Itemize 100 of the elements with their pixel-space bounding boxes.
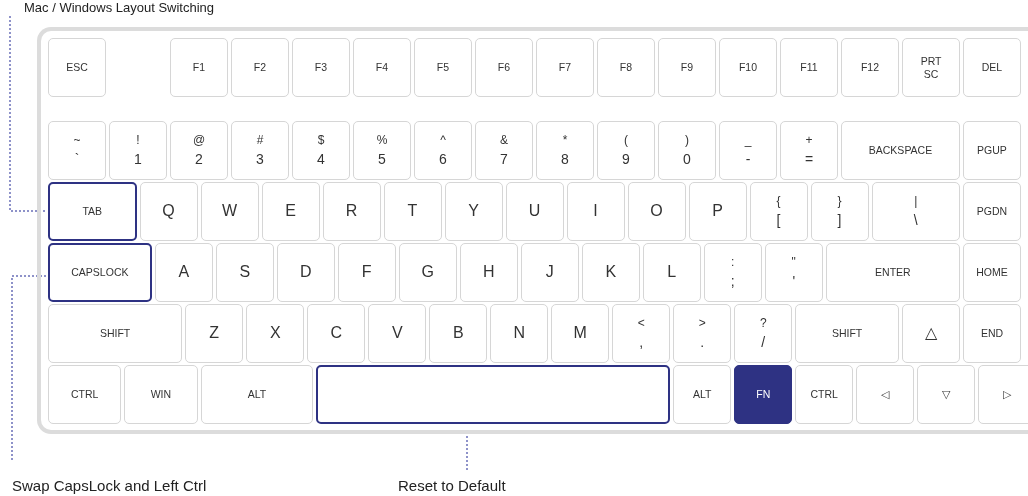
key-legend: V — [391, 324, 403, 343]
key-legend: ALT — [247, 388, 267, 401]
key-legend: HOME — [976, 266, 1008, 279]
key-legend: R — [345, 202, 358, 221]
key-legend: M — [573, 324, 587, 343]
key-legend: | — [914, 194, 918, 209]
key-legend: ` — [74, 151, 80, 168]
key-legend: P — [712, 202, 723, 221]
key-legend: 3 — [256, 151, 264, 168]
key-legend: F8 — [619, 61, 633, 74]
key-legend: F1 — [192, 61, 206, 74]
key-legend: F7 — [558, 61, 572, 74]
key-legend: ESC — [66, 61, 88, 74]
key-legend: TAB — [82, 205, 103, 218]
key-legend: J — [545, 263, 554, 282]
key-legend: { — [776, 194, 781, 209]
key-legend: , — [639, 334, 644, 351]
key-legend: @ — [192, 133, 206, 148]
key-legend: [ — [776, 212, 781, 229]
key-legend: ^ — [440, 133, 446, 148]
key-legend: 0 — [683, 151, 691, 168]
key-legend: X — [269, 324, 281, 343]
key-legend: 8 — [561, 151, 569, 168]
key-legend: B — [452, 324, 464, 343]
key-legend: FN — [756, 388, 771, 401]
key-legend: T — [407, 202, 418, 221]
key-legend: > — [698, 316, 706, 331]
key-legend: 4 — [317, 151, 325, 168]
key-legend: Q — [162, 202, 175, 221]
key-legend: I — [593, 202, 598, 221]
key-legend: - — [745, 151, 751, 168]
key-legend: F4 — [375, 61, 389, 74]
key-legend: SHIFT — [99, 327, 131, 340]
key-legend: WIN — [150, 388, 172, 401]
key-legend: E — [285, 202, 296, 221]
key-legend: ◁ — [881, 388, 890, 401]
key-legend: W — [221, 202, 238, 221]
key-legend: F — [361, 263, 372, 282]
caption: Reset to Default — [398, 477, 506, 494]
key-legend: PGDN — [976, 205, 1008, 218]
key-legend: S — [239, 263, 251, 282]
key-legend: ? — [759, 316, 767, 331]
key-legend: ▷ — [1003, 388, 1012, 401]
key-legend: U — [528, 202, 541, 221]
key-legend: = — [804, 151, 814, 168]
key-legend: F6 — [497, 61, 511, 74]
caption: Swap CapsLock and Left Ctrl — [12, 477, 207, 494]
key-legend: 5 — [378, 151, 386, 168]
key-legend: : — [731, 255, 735, 270]
key-legend: 7 — [500, 151, 508, 168]
key-legend: ( — [624, 133, 628, 148]
key-legend: F11 — [800, 61, 818, 74]
key-legend: O — [650, 202, 663, 221]
key-legend: + — [805, 133, 813, 148]
key-legend: L — [667, 263, 677, 282]
key-legend: # — [256, 133, 264, 148]
key-legend: _ — [744, 133, 752, 148]
caption: Mac / Windows Layout Switching — [24, 0, 215, 15]
key-legend: C — [330, 324, 343, 343]
key-legend: F12 — [860, 61, 880, 74]
key-legend: BACKSPACE — [868, 144, 933, 157]
key-legend: $ — [317, 133, 325, 148]
key-legend: ; — [730, 273, 735, 290]
key-legend: H — [482, 263, 495, 282]
key-legend: ! — [136, 133, 140, 148]
key-legend: * — [562, 133, 568, 148]
key-legend: F9 — [680, 61, 694, 74]
key-legend: PGUP — [977, 144, 1007, 157]
key-legend: % — [376, 133, 388, 148]
key-legend: DEL — [981, 61, 1003, 74]
key-legend: 6 — [439, 151, 447, 168]
key-legend: / — [761, 334, 766, 351]
key-legend: ▽ — [942, 388, 951, 401]
key-legend: F10 — [738, 61, 758, 74]
key-legend: . — [700, 334, 705, 351]
key-legend: ENTER — [875, 266, 911, 279]
key-legend: Z — [209, 324, 220, 343]
key-legend: A — [178, 263, 190, 282]
key-legend: G — [421, 263, 434, 282]
key-legend: Y — [468, 202, 479, 221]
key-legend: ~ — [73, 133, 81, 148]
key-legend: END — [980, 327, 1004, 340]
key-legend: ALT — [693, 388, 712, 401]
key-legend: CTRL — [810, 388, 838, 401]
key-legend: & — [500, 133, 508, 148]
key-legend: ' — [792, 273, 796, 290]
key-legend: < — [637, 316, 645, 331]
key-legend: SHIFT — [831, 327, 863, 340]
key-legend: F5 — [436, 61, 450, 74]
key-legend: " — [791, 255, 796, 270]
key-legend: ) — [685, 133, 689, 148]
key-legend: F2 — [253, 61, 267, 74]
key-legend: K — [605, 263, 617, 282]
key-legend: CTRL — [70, 388, 99, 401]
key-legend: D — [299, 263, 312, 282]
key-legend: 2 — [195, 151, 203, 168]
key-legend: CAPSLOCK — [71, 266, 129, 279]
key-legend: \ — [913, 212, 918, 229]
key-legend: } — [837, 194, 842, 209]
key-legend: N — [513, 324, 526, 343]
